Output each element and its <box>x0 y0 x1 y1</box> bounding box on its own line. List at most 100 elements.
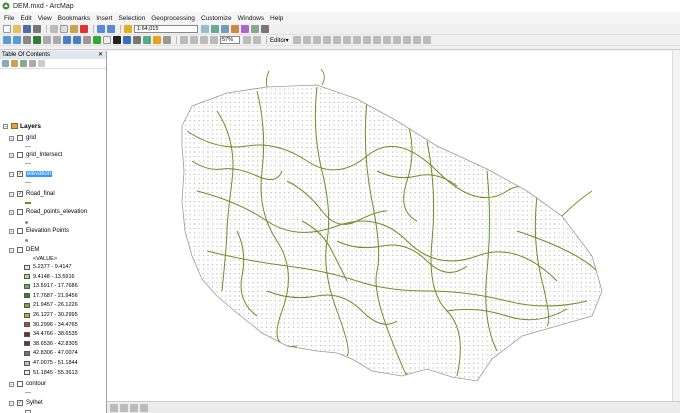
dem-legend-item[interactable]: 13.5917 - 17.7686 <box>24 282 78 290</box>
menu-insert[interactable]: Insert <box>96 15 112 22</box>
visibility-checkbox[interactable] <box>17 135 23 141</box>
reshape-feature-icon[interactable] <box>362 36 371 44</box>
editor-menu-button[interactable]: Editor▾ <box>270 37 289 44</box>
focus-data-frame-icon[interactable] <box>253 36 261 44</box>
sketch-properties-icon[interactable] <box>412 36 421 44</box>
find-icon[interactable] <box>133 36 141 44</box>
new-document-icon[interactable] <box>3 25 11 33</box>
menu-customize[interactable]: Customize <box>201 15 232 22</box>
map-canvas[interactable] <box>107 51 680 401</box>
layers-root[interactable]: − Layers <box>3 122 41 130</box>
visibility-checkbox[interactable] <box>17 152 23 158</box>
print-icon[interactable] <box>33 25 41 33</box>
refresh-icon[interactable] <box>130 403 138 412</box>
full-extent-icon[interactable] <box>33 36 41 44</box>
layer-road-final[interactable]: − ✓ Road_final <box>9 190 55 198</box>
sylhet-boundary-polygon[interactable] <box>181 84 603 382</box>
fixed-zoom-in-icon[interactable] <box>43 36 51 44</box>
map-drawing[interactable] <box>107 51 680 401</box>
pan-icon[interactable] <box>23 36 31 44</box>
legend-swatch[interactable] <box>24 341 30 347</box>
select-elements-icon[interactable] <box>83 36 91 44</box>
pause-drawing-icon[interactable] <box>140 403 148 412</box>
collapse-icon[interactable]: − <box>9 191 14 197</box>
map-scale-input[interactable]: 1:64,015 <box>134 25 198 33</box>
list-by-selection-icon[interactable] <box>29 60 36 67</box>
legend-swatch[interactable] <box>24 331 30 337</box>
data-view-icon[interactable] <box>110 403 118 412</box>
visibility-checkbox[interactable]: ✓ <box>17 171 23 177</box>
dem-legend-item[interactable]: 51.1845 - 55.3613 <box>24 369 78 377</box>
fixed-zoom-out-icon[interactable] <box>53 36 61 44</box>
measure-icon[interactable] <box>143 36 151 44</box>
legend-swatch[interactable] <box>24 302 30 308</box>
toggle-draft-mode-icon[interactable] <box>243 36 251 44</box>
dem-legend-item[interactable]: 34.4766 - 38.6535 <box>24 330 78 338</box>
menu-file[interactable]: File <box>4 15 14 22</box>
menu-windows[interactable]: Windows <box>238 15 264 22</box>
dem-legend-item[interactable]: 9.4148 - 13.5916 <box>24 273 75 281</box>
collapse-icon[interactable]: − <box>3 123 8 129</box>
visibility-checkbox[interactable] <box>17 247 23 253</box>
zoom-out-icon[interactable] <box>13 36 21 44</box>
rotate-tool-icon[interactable] <box>392 36 401 44</box>
clear-selection-icon[interactable] <box>103 36 111 44</box>
menu-edit[interactable]: Edit <box>20 15 31 22</box>
select-arrow-icon[interactable] <box>113 36 121 44</box>
layout-view-icon[interactable] <box>120 403 128 412</box>
expand-icon[interactable]: + <box>9 209 14 215</box>
layer-contour[interactable]: − contour <box>9 380 46 388</box>
list-by-visibility-icon[interactable] <box>20 60 27 67</box>
model-builder-icon[interactable] <box>261 25 269 33</box>
go-forward-icon[interactable] <box>73 36 81 44</box>
menu-bookmarks[interactable]: Bookmarks <box>58 15 91 22</box>
legend-swatch[interactable] <box>24 360 30 366</box>
end-point-arc-icon[interactable] <box>322 36 331 44</box>
layer-road-points-elevation[interactable]: + Road_points_elevation <box>9 208 87 216</box>
menu-help[interactable]: Help <box>270 15 283 22</box>
dem-legend-item[interactable]: 38.6536 - 42.8305 <box>24 340 78 348</box>
edit-tool-icon[interactable] <box>292 36 301 44</box>
add-data-icon[interactable] <box>124 25 132 33</box>
expand-icon[interactable]: + <box>9 135 14 141</box>
visibility-checkbox[interactable] <box>17 228 23 234</box>
layer-grid[interactable]: + grid <box>9 134 36 142</box>
paste-icon[interactable] <box>70 25 78 33</box>
dem-legend-item[interactable]: 26.1227 - 30.2995 <box>24 311 78 319</box>
layer-elevation-points[interactable]: + Elevation Points <box>9 227 69 235</box>
legend-swatch[interactable] <box>24 283 30 289</box>
point-icon[interactable] <box>342 36 351 44</box>
legend-swatch[interactable] <box>24 322 30 328</box>
dem-legend-item[interactable]: 5.2377 - 9.4147 <box>24 263 72 271</box>
layer-dem[interactable]: − DEM <box>9 246 39 254</box>
menu-selection[interactable]: Selection <box>118 15 145 22</box>
dem-legend-item[interactable]: 47.0075 - 51.1844 <box>24 359 78 367</box>
menu-view[interactable]: View <box>38 15 52 22</box>
search-window-icon[interactable] <box>231 25 239 33</box>
edit-vertices-icon[interactable] <box>352 36 361 44</box>
time-slider-icon[interactable] <box>163 36 171 44</box>
expand-icon[interactable]: + <box>9 228 14 234</box>
cut-polygons-icon[interactable] <box>372 36 381 44</box>
arctoolbox-icon[interactable] <box>241 25 249 33</box>
edit-annotation-icon[interactable] <box>302 36 311 44</box>
menu-geoprocessing[interactable]: Geoprocessing <box>151 15 195 22</box>
legend-swatch[interactable] <box>24 312 30 318</box>
visibility-checkbox[interactable]: ✓ <box>17 400 23 406</box>
dem-legend-item[interactable]: 30.2996 - 34.4765 <box>24 321 78 329</box>
layer-grid-intersect[interactable]: + grid_Intersect <box>9 151 62 159</box>
collapse-icon[interactable]: − <box>9 247 14 253</box>
legend-swatch[interactable] <box>24 274 30 280</box>
delete-icon[interactable] <box>80 25 88 33</box>
create-features-icon[interactable] <box>422 36 431 44</box>
layout-pan-icon[interactable] <box>200 36 208 44</box>
save-icon[interactable] <box>23 25 31 33</box>
legend-swatch[interactable] <box>24 350 30 356</box>
visibility-checkbox[interactable] <box>17 381 23 387</box>
close-icon[interactable]: ✕ <box>98 51 103 59</box>
redo-icon[interactable] <box>107 25 115 33</box>
dem-legend-item[interactable]: 21.9457 - 26.1226 <box>24 301 78 309</box>
python-window-icon[interactable] <box>251 25 259 33</box>
layer-elevation[interactable]: − ✓ elevation <box>9 170 53 178</box>
copy-icon[interactable] <box>60 25 68 33</box>
